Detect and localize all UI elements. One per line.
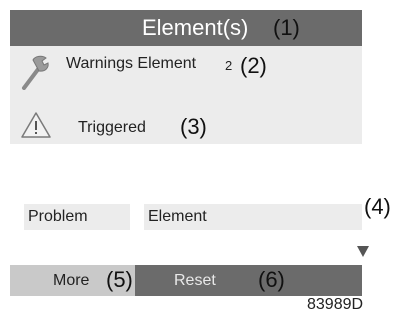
callout-5: (5) bbox=[106, 267, 133, 292]
scroll-down-arrow-icon[interactable] bbox=[357, 246, 369, 257]
more-button-label: More bbox=[53, 272, 90, 289]
controller-screen: Element(s) (1) Warnings Element 2 (2) Tr… bbox=[10, 10, 369, 296]
warning-triangle-icon bbox=[21, 112, 51, 138]
status-label: Triggered bbox=[78, 119, 146, 136]
detail-area bbox=[10, 144, 362, 262]
figure-code: 83989D bbox=[307, 296, 364, 313]
problem-label: Problem bbox=[24, 204, 130, 230]
callout-3: (3) bbox=[180, 114, 207, 139]
problem-value[interactable]: Element bbox=[144, 204, 362, 230]
wrench-icon bbox=[22, 55, 49, 90]
reset-button-label: Reset bbox=[174, 272, 216, 289]
screen-title: Element(s) bbox=[142, 15, 249, 40]
warnings-count: 2 bbox=[225, 58, 233, 73]
callout-2: (2) bbox=[240, 53, 267, 78]
warnings-label: Warnings Element bbox=[66, 55, 197, 72]
callout-6: (6) bbox=[258, 267, 285, 292]
callout-4: (4) bbox=[364, 194, 391, 219]
reset-button[interactable]: Reset bbox=[135, 265, 362, 296]
callout-1: (1) bbox=[273, 15, 300, 40]
